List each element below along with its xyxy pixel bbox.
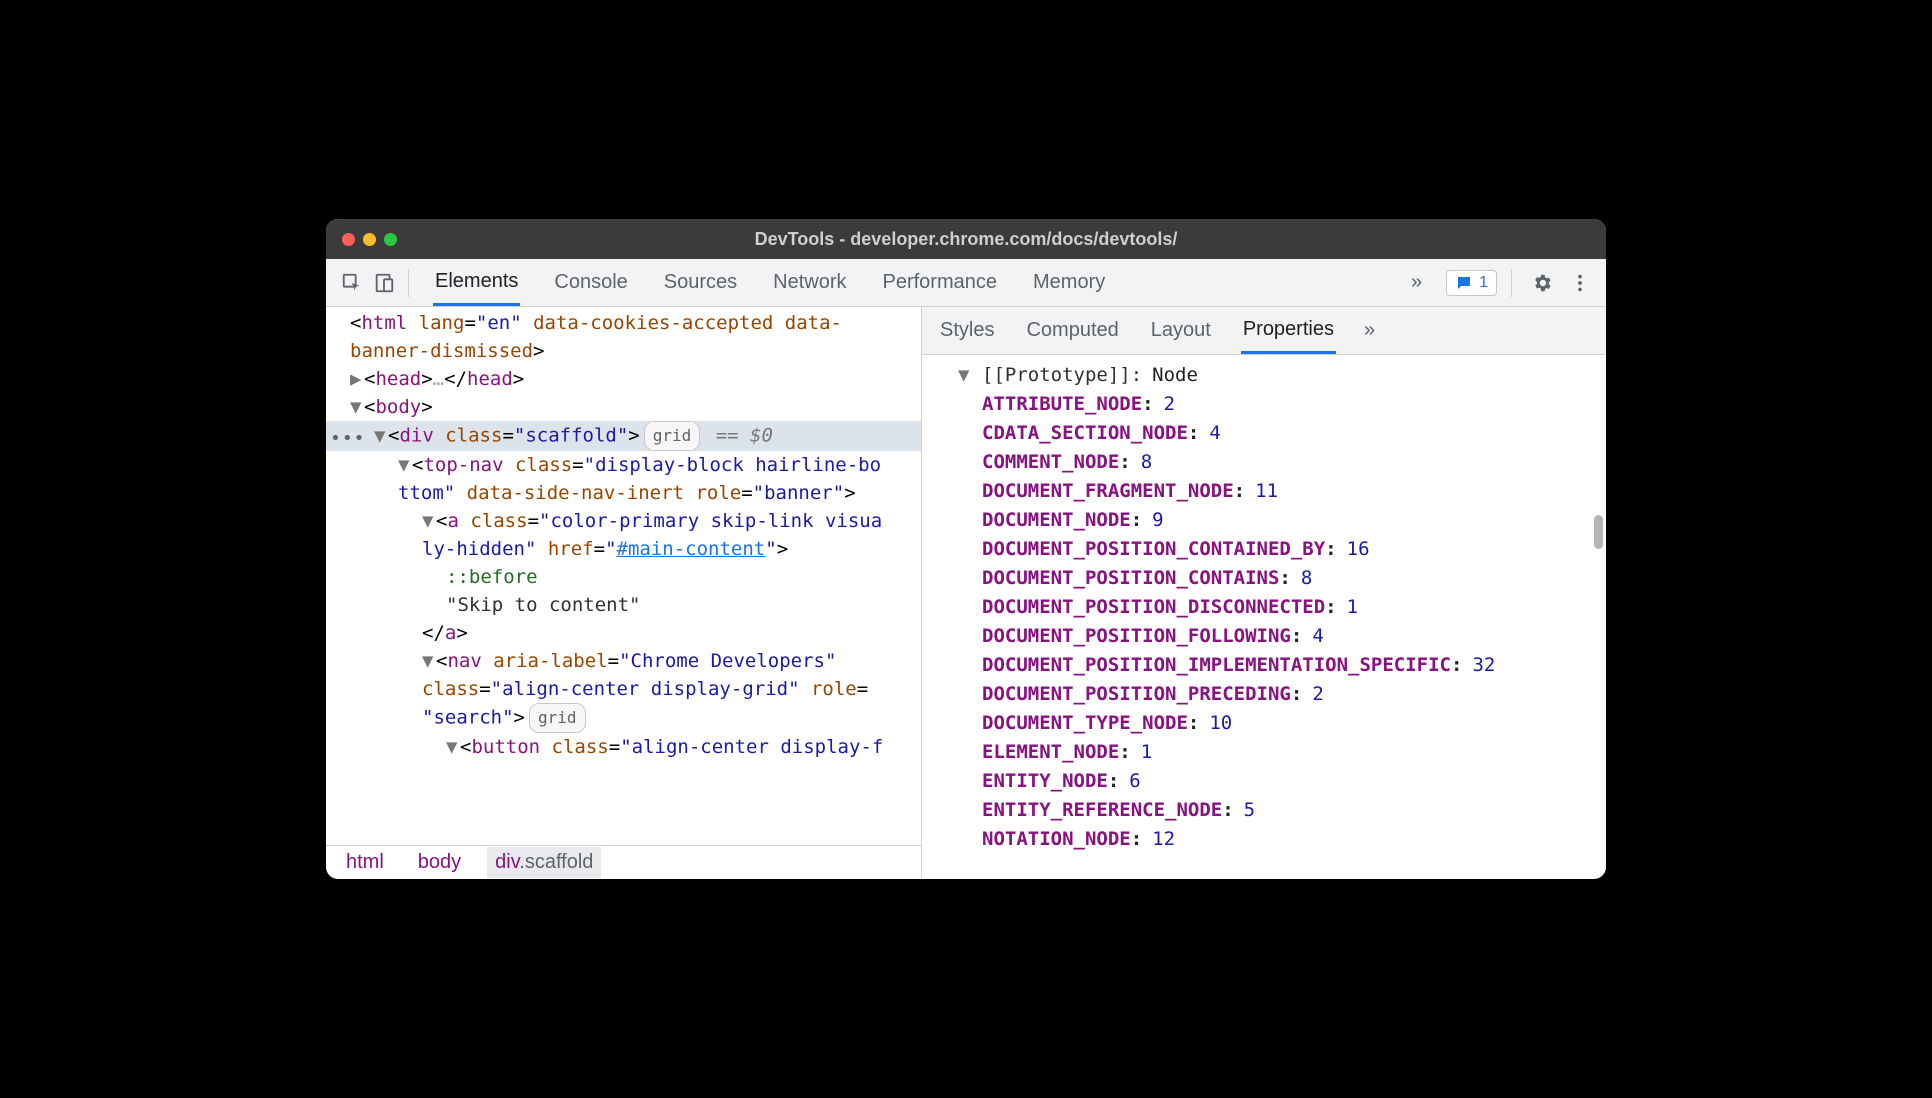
issues-count: 1 (1479, 274, 1488, 292)
property-row[interactable]: CDATA_SECTION_NODE:4 (922, 419, 1606, 448)
tab-memory[interactable]: Memory (1031, 261, 1107, 304)
property-row[interactable]: ELEMENT_NODE:1 (922, 738, 1606, 767)
property-row[interactable]: ▼[[Prototype]]: Node (922, 361, 1606, 390)
scrollbar-thumb[interactable] (1594, 515, 1603, 549)
dom-node[interactable]: ▼<top-nav class="display-block hairline-… (326, 451, 921, 479)
tab-elements[interactable]: Elements (433, 260, 520, 306)
property-row[interactable]: DOCUMENT_POSITION_PRECEDING:2 (922, 680, 1606, 709)
dom-node[interactable]: </a> (326, 619, 921, 647)
devtools-window: DevTools - developer.chrome.com/docs/dev… (326, 219, 1606, 879)
traffic-lights (326, 233, 397, 246)
titlebar[interactable]: DevTools - developer.chrome.com/docs/dev… (326, 219, 1606, 259)
property-row[interactable]: NOTATION_NODE:12 (922, 825, 1606, 854)
dom-node[interactable]: ttom" data-side-nav-inert role="banner"> (326, 479, 921, 507)
zoom-window-button[interactable] (384, 233, 397, 246)
property-row[interactable]: DOCUMENT_POSITION_IMPLEMENTATION_SPECIFI… (922, 651, 1606, 680)
property-row[interactable]: ENTITY_REFERENCE_NODE:5 (922, 796, 1606, 825)
dom-node[interactable]: <html lang="en" data-cookies-accepted da… (326, 309, 921, 337)
chat-icon (1455, 274, 1473, 292)
dom-node[interactable]: ::before (326, 563, 921, 591)
breadcrumb-item[interactable]: div.scaffold (487, 847, 601, 878)
dom-node[interactable]: ▼<nav aria-label="Chrome Developers" (326, 647, 921, 675)
property-row[interactable]: COMMENT_NODE:8 (922, 448, 1606, 477)
property-row[interactable]: DOCUMENT_POSITION_CONTAINS:8 (922, 564, 1606, 593)
elements-panel: <html lang="en" data-cookies-accepted da… (326, 307, 922, 879)
dom-node[interactable]: ▶<head>…</head> (326, 365, 921, 393)
dom-node[interactable]: banner-dismissed> (326, 337, 921, 365)
sidebar-tab-properties[interactable]: Properties (1241, 308, 1336, 354)
close-window-button[interactable] (342, 233, 355, 246)
dom-node[interactable]: ▼<button class="align-center display-f (326, 733, 921, 761)
dom-node[interactable]: "search">grid (326, 703, 921, 733)
tab-performance[interactable]: Performance (881, 261, 1000, 304)
issues-button[interactable]: 1 (1446, 270, 1497, 296)
dom-node[interactable]: ly-hidden" href="#main-content"> (326, 535, 921, 563)
property-row[interactable]: DOCUMENT_POSITION_CONTAINED_BY:16 (922, 535, 1606, 564)
kebab-menu-icon[interactable] (1564, 267, 1596, 299)
property-row[interactable]: DOCUMENT_NODE:9 (922, 506, 1606, 535)
breadcrumbs: html body div.scaffold (326, 845, 921, 879)
sidebar-panel: Styles Computed Layout Properties » ▼[[Proto… (922, 307, 1606, 879)
window-title: DevTools - developer.chrome.com/docs/dev… (326, 229, 1606, 250)
settings-icon[interactable] (1526, 267, 1558, 299)
tabs-overflow-icon[interactable]: » (1411, 271, 1422, 294)
sidebar-tabs-overflow-icon[interactable]: » (1364, 319, 1375, 342)
property-row[interactable]: DOCUMENT_TYPE_NODE:10 (922, 709, 1606, 738)
property-row[interactable]: DOCUMENT_POSITION_FOLLOWING:4 (922, 622, 1606, 651)
tab-console[interactable]: Console (552, 261, 629, 304)
property-row[interactable]: DOCUMENT_POSITION_DISCONNECTED:1 (922, 593, 1606, 622)
breadcrumb-item[interactable]: html (338, 847, 392, 878)
dom-node[interactable]: class="align-center display-grid" role= (326, 675, 921, 703)
dom-node[interactable]: "Skip to content" (326, 591, 921, 619)
device-toolbar-icon[interactable] (368, 267, 400, 299)
property-row[interactable]: DOCUMENT_FRAGMENT_NODE:11 (922, 477, 1606, 506)
inspect-element-icon[interactable] (336, 267, 368, 299)
properties-pane[interactable]: ▼[[Prototype]]: NodeATTRIBUTE_NODE:2CDAT… (922, 355, 1606, 879)
dom-node[interactable]: •••▼<div class="scaffold">grid == $0 (326, 421, 921, 451)
dom-node[interactable]: ▼<body> (326, 393, 921, 421)
sidebar-tab-layout[interactable]: Layout (1149, 309, 1213, 352)
tab-sources[interactable]: Sources (662, 261, 739, 304)
sidebar-tab-styles[interactable]: Styles (938, 309, 996, 352)
property-row[interactable]: ENTITY_NODE:6 (922, 767, 1606, 796)
breadcrumb-item[interactable]: body (410, 847, 469, 878)
sidebar-tabs: Styles Computed Layout Properties » (922, 307, 1606, 355)
dom-tree[interactable]: <html lang="en" data-cookies-accepted da… (326, 307, 921, 845)
main-tabs: Elements Console Sources Network Performance… (433, 260, 1411, 306)
toolbar-separator (1511, 269, 1512, 297)
property-row[interactable]: ATTRIBUTE_NODE:2 (922, 390, 1606, 419)
toolbar: Elements Console Sources Network Performance… (326, 259, 1606, 307)
dom-node[interactable]: ▼<a class="color-primary skip-link visua (326, 507, 921, 535)
minimize-window-button[interactable] (363, 233, 376, 246)
tab-network[interactable]: Network (771, 261, 848, 304)
sidebar-tab-computed[interactable]: Computed (1024, 309, 1120, 352)
toolbar-separator (408, 269, 409, 297)
content: <html lang="en" data-cookies-accepted da… (326, 307, 1606, 879)
toolbar-right: 1 (1446, 267, 1596, 299)
